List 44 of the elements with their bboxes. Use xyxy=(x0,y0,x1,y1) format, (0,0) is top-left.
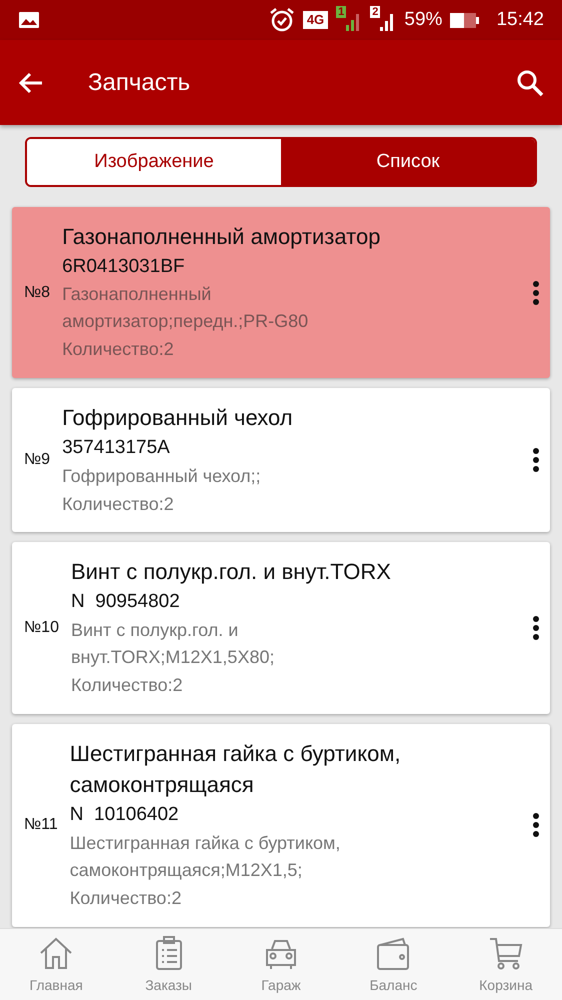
part-description: Шестигранная гайка с буртиком, самоконтрящаяся;M12X1,5; xyxy=(70,832,342,882)
quantity: Количество:2 xyxy=(62,492,175,516)
part-card[interactable]: №10 Винт с полукр.гол. и внут.TORX N 90954802 Винт с полукр.гол. и внут.TORX;M12X1,5X80; Количество:2 xyxy=(12,542,550,714)
more-icon[interactable] xyxy=(532,280,540,306)
view-tab[interactable]: Список xyxy=(281,139,535,185)
item-number: №8 xyxy=(24,282,50,303)
part-name: Гофрированный чехол xyxy=(62,404,294,432)
part-code: N 10106402 xyxy=(70,803,180,828)
part-description: Винт с полукр.гол. и внут.TORX;M12X1,5X80; xyxy=(70,618,276,669)
part-description: Газонаполненный амортизатор;передн.;PR-G80 xyxy=(62,283,310,334)
part-code: 357413175A xyxy=(62,436,171,460)
sim-label: 1 xyxy=(336,6,346,18)
item-number: №9 xyxy=(24,450,50,470)
part-code: N 90954802 xyxy=(70,590,181,614)
part-name: Винт с полукр.гол. и внут.TORX xyxy=(70,558,392,586)
screen-title: Запчасть xyxy=(88,68,192,98)
back-arrow-icon[interactable] xyxy=(18,70,44,94)
image-icon xyxy=(18,11,40,29)
view-tab[interactable]: Изображение xyxy=(27,139,281,185)
quantity: Количество:2 xyxy=(70,674,184,697)
clock: 15:42 xyxy=(496,8,544,32)
battery-icon xyxy=(450,11,480,29)
part-card[interactable]: №9 Гофрированный чехол 357413175A Гофрированный чехол;; Количество:2 xyxy=(12,388,550,532)
quantity: Количество:2 xyxy=(70,886,182,910)
quantity: Количество:2 xyxy=(62,338,175,362)
sim-label: 2 xyxy=(370,6,380,18)
alarm-icon xyxy=(268,7,295,33)
part-code: 6R0413031BF xyxy=(62,254,186,279)
item-number: №11 xyxy=(24,815,58,836)
part-description: Гофрированный чехол;; xyxy=(62,464,262,488)
more-icon[interactable] xyxy=(532,614,540,641)
battery-percent: 59% xyxy=(404,8,442,32)
search-icon[interactable] xyxy=(516,68,544,96)
part-name: Шестигранная гайка с буртиком, самоконтрящаяся xyxy=(70,740,402,800)
part-name: Газонаполненный амортизатор xyxy=(62,223,382,251)
cart-icon xyxy=(488,935,524,971)
wallet-icon xyxy=(375,935,412,971)
part-card[interactable]: №8 Газонаполненный амортизатор 6R0413031BF Газонаполненный амортизатор;передн.;PR-G80 Количество:2 xyxy=(12,207,550,378)
home-icon xyxy=(38,935,74,971)
network-badge: 4G xyxy=(302,11,328,29)
more-icon[interactable] xyxy=(532,812,540,838)
part-card[interactable]: №11 Шестигранная гайка с буртиком, самоконтрящаяся N 10106402 Шестигранная гайка с буртиком, самоконтрящаяся;M12X1,5; Количество:2 xyxy=(12,724,550,927)
item-number: №10 xyxy=(24,618,59,638)
more-icon[interactable] xyxy=(532,447,540,474)
